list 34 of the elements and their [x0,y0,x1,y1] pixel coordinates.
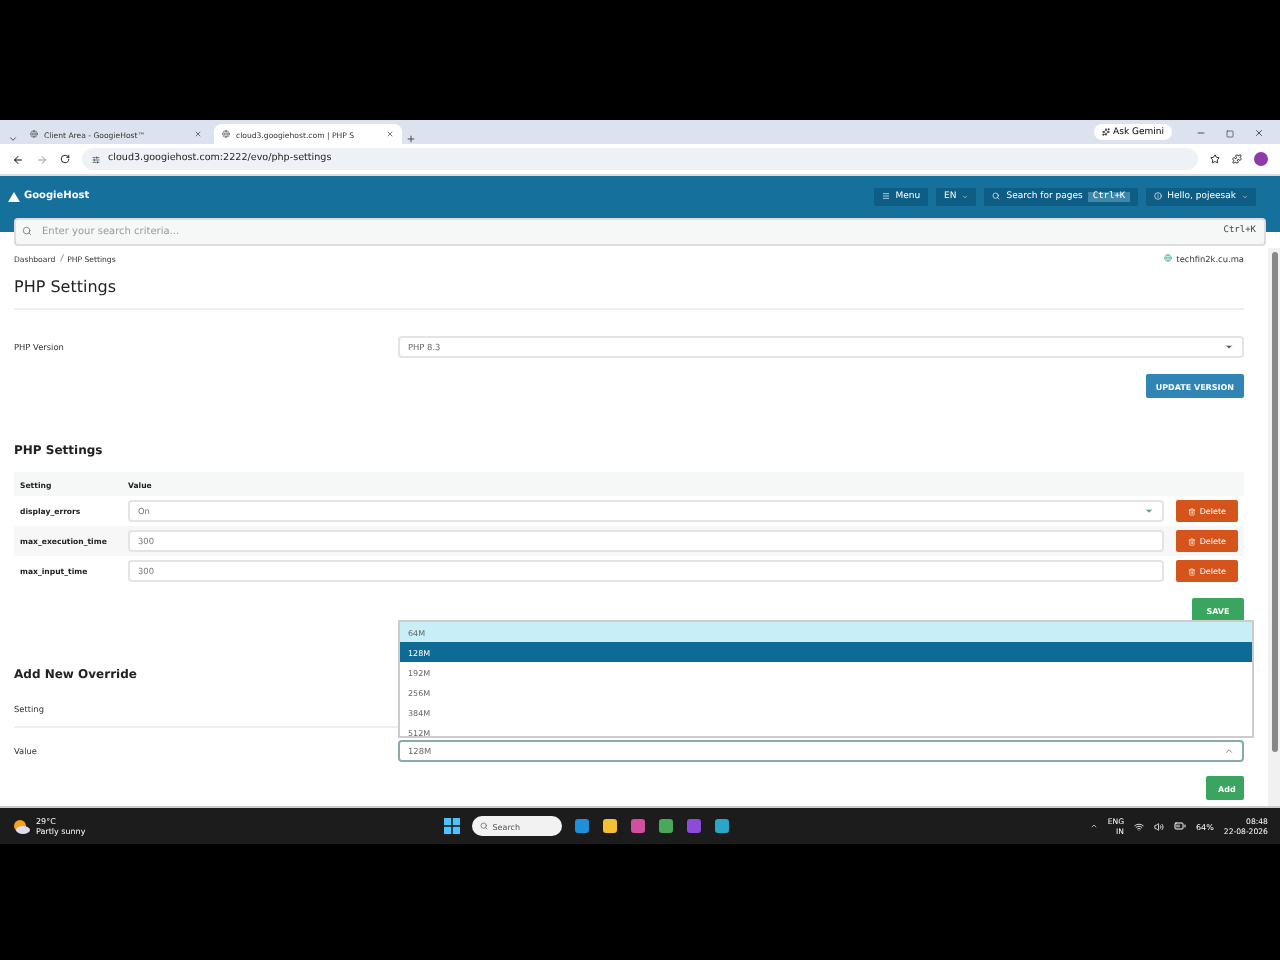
maximize-icon[interactable] [1226,129,1234,137]
start-icon[interactable] [444,818,461,834]
menu-icon [881,192,890,200]
caret-icon [1224,342,1234,352]
reload-icon[interactable] [60,154,70,164]
app-icon[interactable] [574,818,591,834]
tab-list-icon[interactable] [8,134,18,144]
weather-icon[interactable] [12,818,30,834]
trash-icon [1188,567,1196,575]
new-tab-icon[interactable] [406,134,416,144]
globe-icon [30,130,38,138]
globe-icon [222,130,230,138]
caret-icon [1224,746,1234,756]
caret-icon [1144,506,1154,516]
site-settings-icon[interactable] [92,155,100,163]
extensions-icon[interactable] [1232,154,1242,164]
globe-icon [1164,254,1173,262]
search-icon [22,226,32,236]
sparkle-icon [1101,128,1110,136]
scrollbar-thumb[interactable] [1271,252,1277,752]
trash-icon [1188,507,1196,515]
page-title: PHP Settings [14,278,1244,310]
bookmark-icon[interactable] [1210,154,1220,164]
info-icon [1153,192,1162,200]
folder-icon[interactable] [602,818,619,834]
battery-icon[interactable] [1174,820,1187,832]
search-icon [480,822,489,830]
volume-icon[interactable] [1154,821,1165,831]
back-icon[interactable] [12,153,24,165]
separator-icon [59,254,64,262]
search-icon [992,192,1001,200]
wifi-icon[interactable] [1134,821,1145,831]
trash-icon [1188,537,1196,545]
profile-avatar[interactable] [1254,152,1268,166]
